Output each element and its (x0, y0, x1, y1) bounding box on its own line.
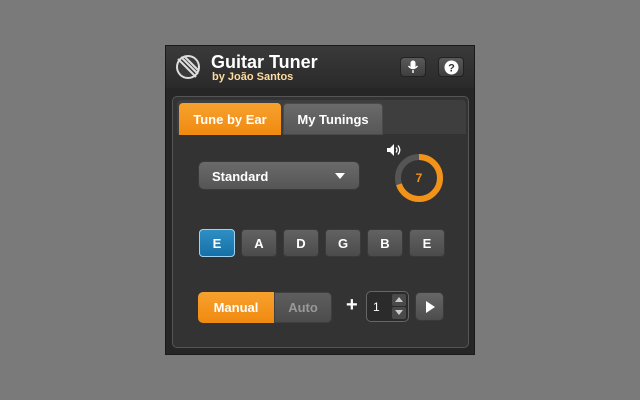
tab-my-tunings[interactable]: My Tunings (283, 103, 383, 135)
app-author: by João Santos (212, 71, 294, 83)
play-button[interactable] (415, 292, 444, 321)
guitar-tuner-widget: Guitar Tuner by João Santos ? Tune by Ea… (165, 45, 475, 355)
chevron-down-icon (335, 173, 345, 179)
string-button-e-low[interactable]: E (199, 229, 235, 257)
string-button-g[interactable]: G (325, 229, 361, 257)
repeat-count-stepper[interactable]: 1 (366, 291, 409, 322)
microphone-icon (407, 60, 419, 73)
tuner-panel: Tune by Ear My Tunings Standard 7 E A D … (172, 96, 469, 348)
tuning-select-value: Standard (212, 169, 269, 184)
tab-bar: Tune by Ear My Tunings (177, 100, 466, 135)
auto-mode-button[interactable]: Auto (274, 292, 332, 323)
volume-knob[interactable]: 7 (393, 152, 445, 204)
widget-header: Guitar Tuner by João Santos ? (166, 46, 474, 88)
stepper-down-icon[interactable] (392, 307, 406, 319)
string-button-b[interactable]: B (367, 229, 403, 257)
help-button[interactable]: ? (438, 57, 464, 77)
repeat-count-value: 1 (373, 300, 380, 314)
microphone-button[interactable] (400, 57, 426, 77)
volume-value: 7 (415, 171, 423, 185)
help-icon: ? (444, 60, 458, 74)
app-title: Guitar Tuner (211, 52, 318, 72)
string-button-d[interactable]: D (283, 229, 319, 257)
guitar-icon (176, 55, 200, 79)
string-button-e-high[interactable]: E (409, 229, 445, 257)
tuning-select[interactable]: Standard (198, 161, 360, 190)
manual-mode-button[interactable]: Manual (198, 292, 274, 323)
tab-tune-by-ear[interactable]: Tune by Ear (179, 103, 281, 135)
stepper-up-icon[interactable] (392, 294, 406, 306)
svg-text:?: ? (448, 62, 455, 74)
string-button-a[interactable]: A (241, 229, 277, 257)
plus-label: + (346, 294, 358, 316)
